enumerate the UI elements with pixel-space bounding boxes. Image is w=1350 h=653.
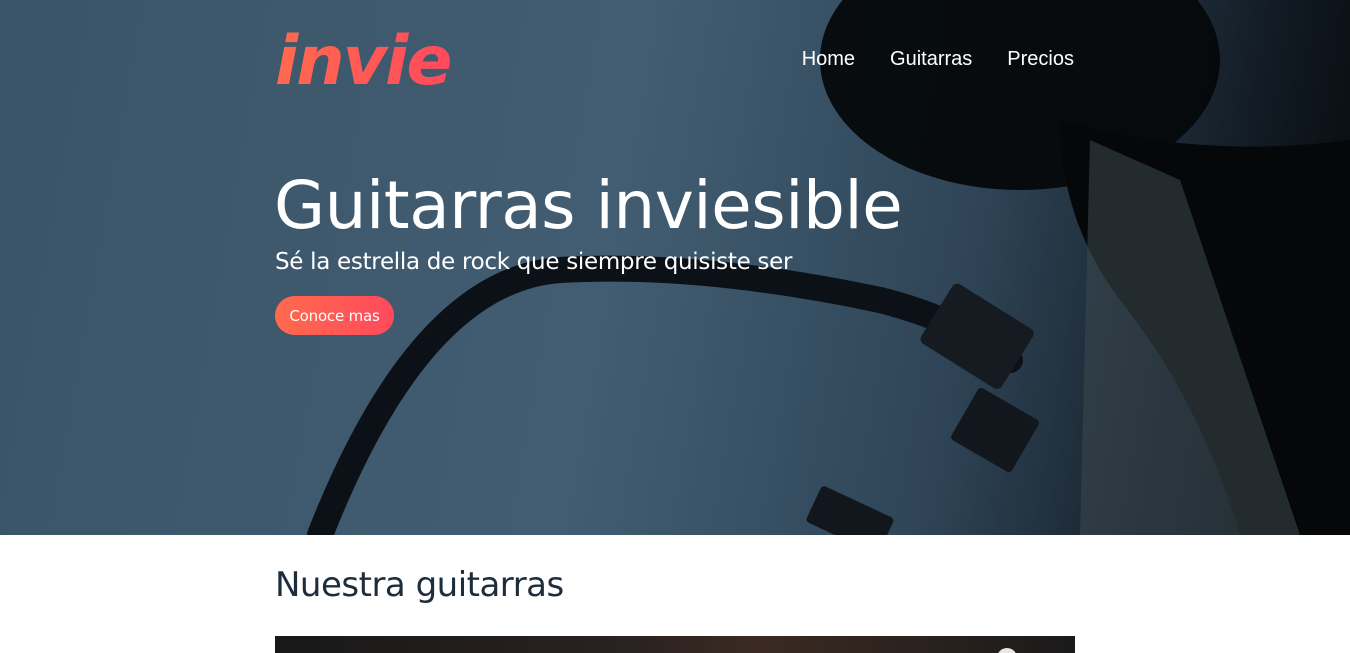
hero-section: invie Home Guitarras Precios Guitarras i… [0,0,1350,535]
conoce-mas-button[interactable]: Conoce mas [275,296,394,335]
hero-title: Guitarras inviesible [274,167,903,244]
svg-text:invie: invie [275,22,450,90]
nav-item-home[interactable]: Home [802,46,855,72]
clock-icon[interactable] [997,648,1017,653]
nav-item-guitarras[interactable]: Guitarras [890,46,972,72]
invie-logo[interactable]: invie [275,18,465,90]
nav-item-precios[interactable]: Precios [1007,46,1074,72]
hero-subtitle: Sé la estrella de rock que siempre quisi… [275,249,793,275]
section-title: Nuestra guitarras [275,565,564,605]
video-embed[interactable] [275,636,1075,653]
main-nav: Home Guitarras Precios [802,46,1074,72]
